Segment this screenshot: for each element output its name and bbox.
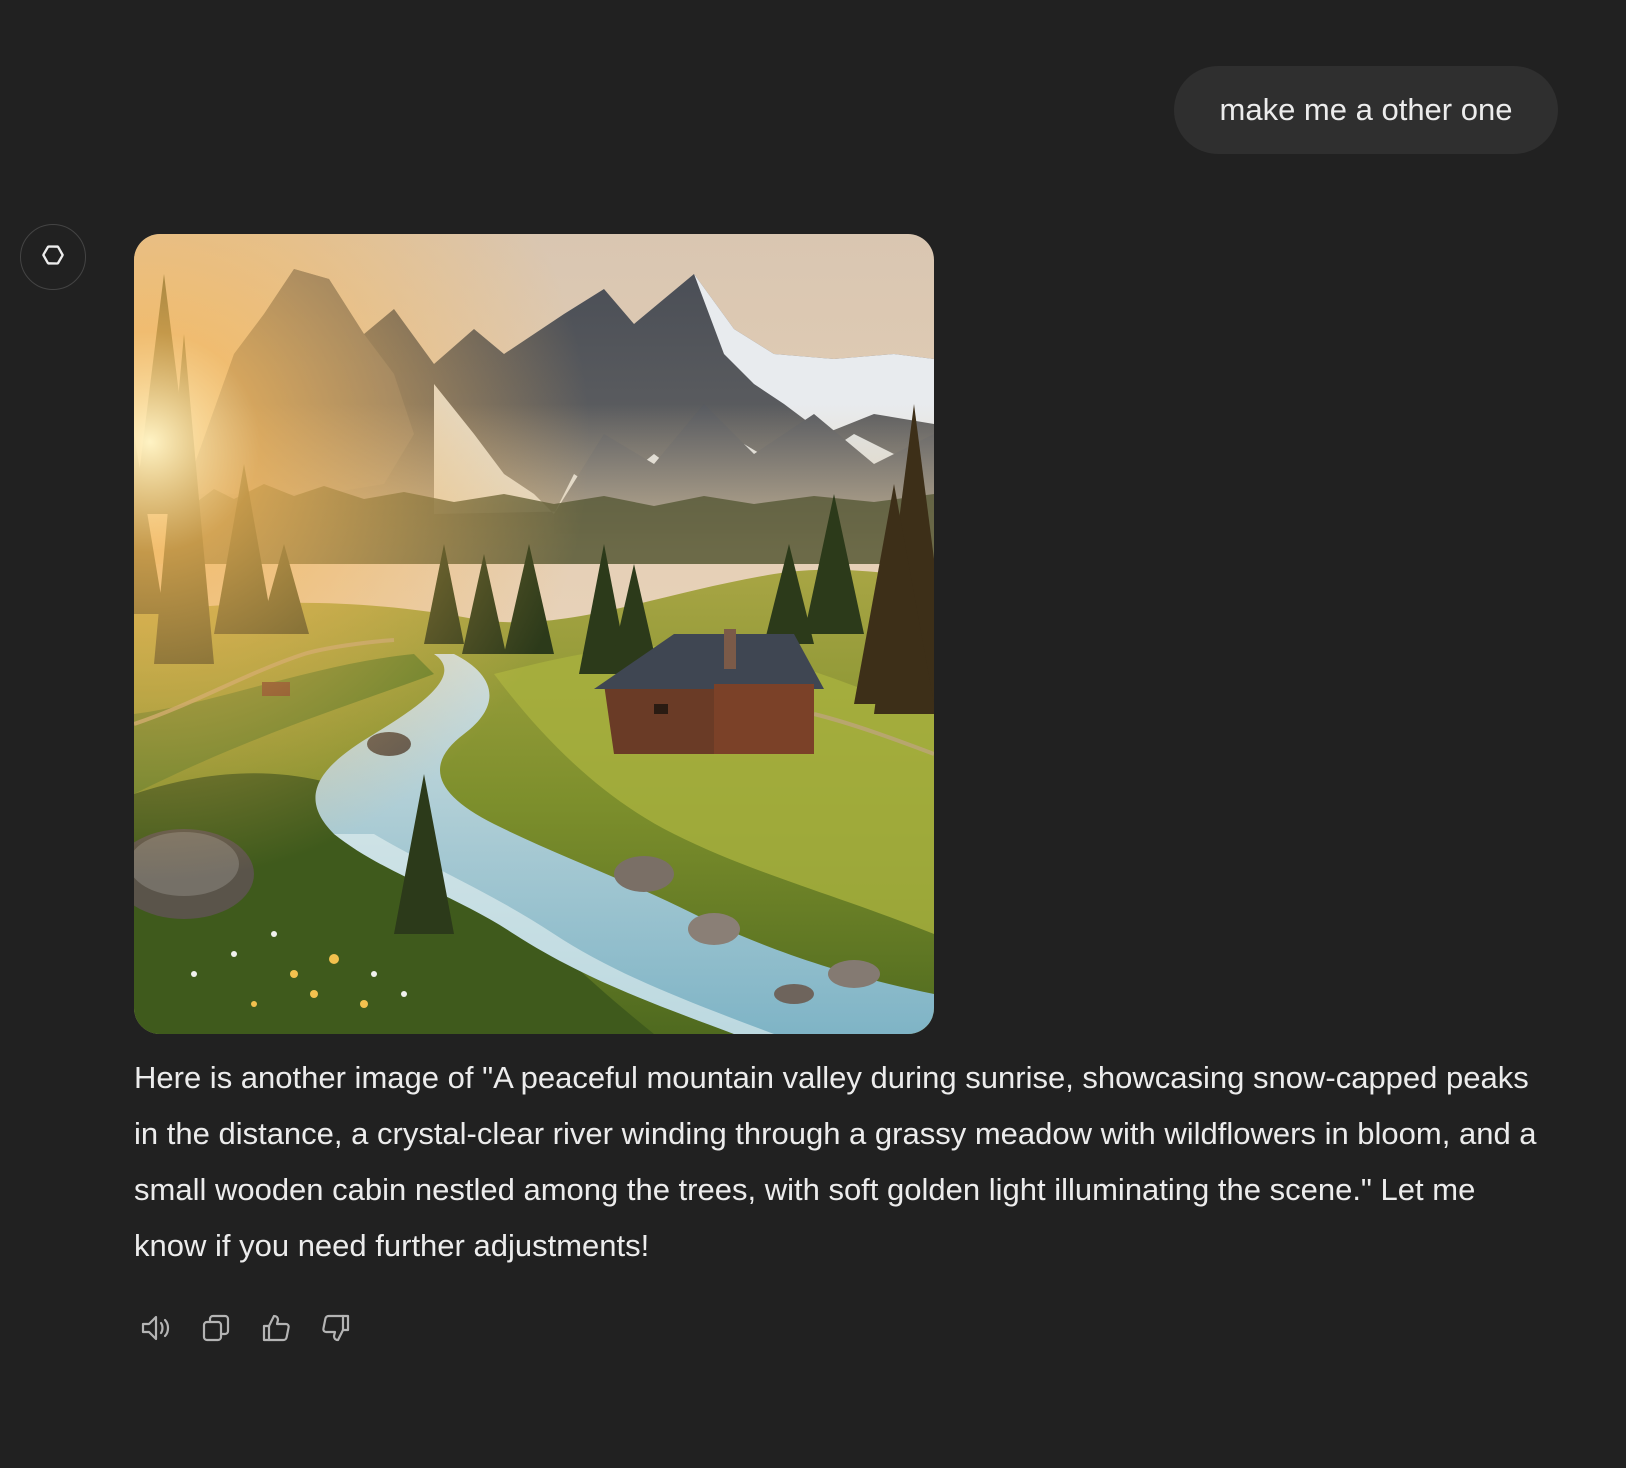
thumbs-down-icon: [319, 1311, 353, 1345]
landscape-illustration: [134, 234, 934, 1034]
copy-button[interactable]: [194, 1306, 238, 1350]
user-message-text: make me a other one: [1219, 92, 1513, 127]
openai-logo-icon: [34, 236, 72, 279]
thumbs-up-button[interactable]: [254, 1306, 298, 1350]
assistant-response-text: Here is another image of "A peaceful mou…: [134, 1060, 1537, 1263]
message-actions: [134, 1306, 358, 1350]
thumbs-up-icon: [259, 1311, 293, 1345]
generated-image[interactable]: [134, 234, 934, 1034]
speaker-icon: [139, 1311, 173, 1345]
thumbs-down-button[interactable]: [314, 1306, 358, 1350]
assistant-avatar: [20, 224, 86, 290]
user-message-bubble: make me a other one: [1174, 66, 1558, 154]
copy-icon: [199, 1311, 233, 1345]
read-aloud-button[interactable]: [134, 1306, 178, 1350]
